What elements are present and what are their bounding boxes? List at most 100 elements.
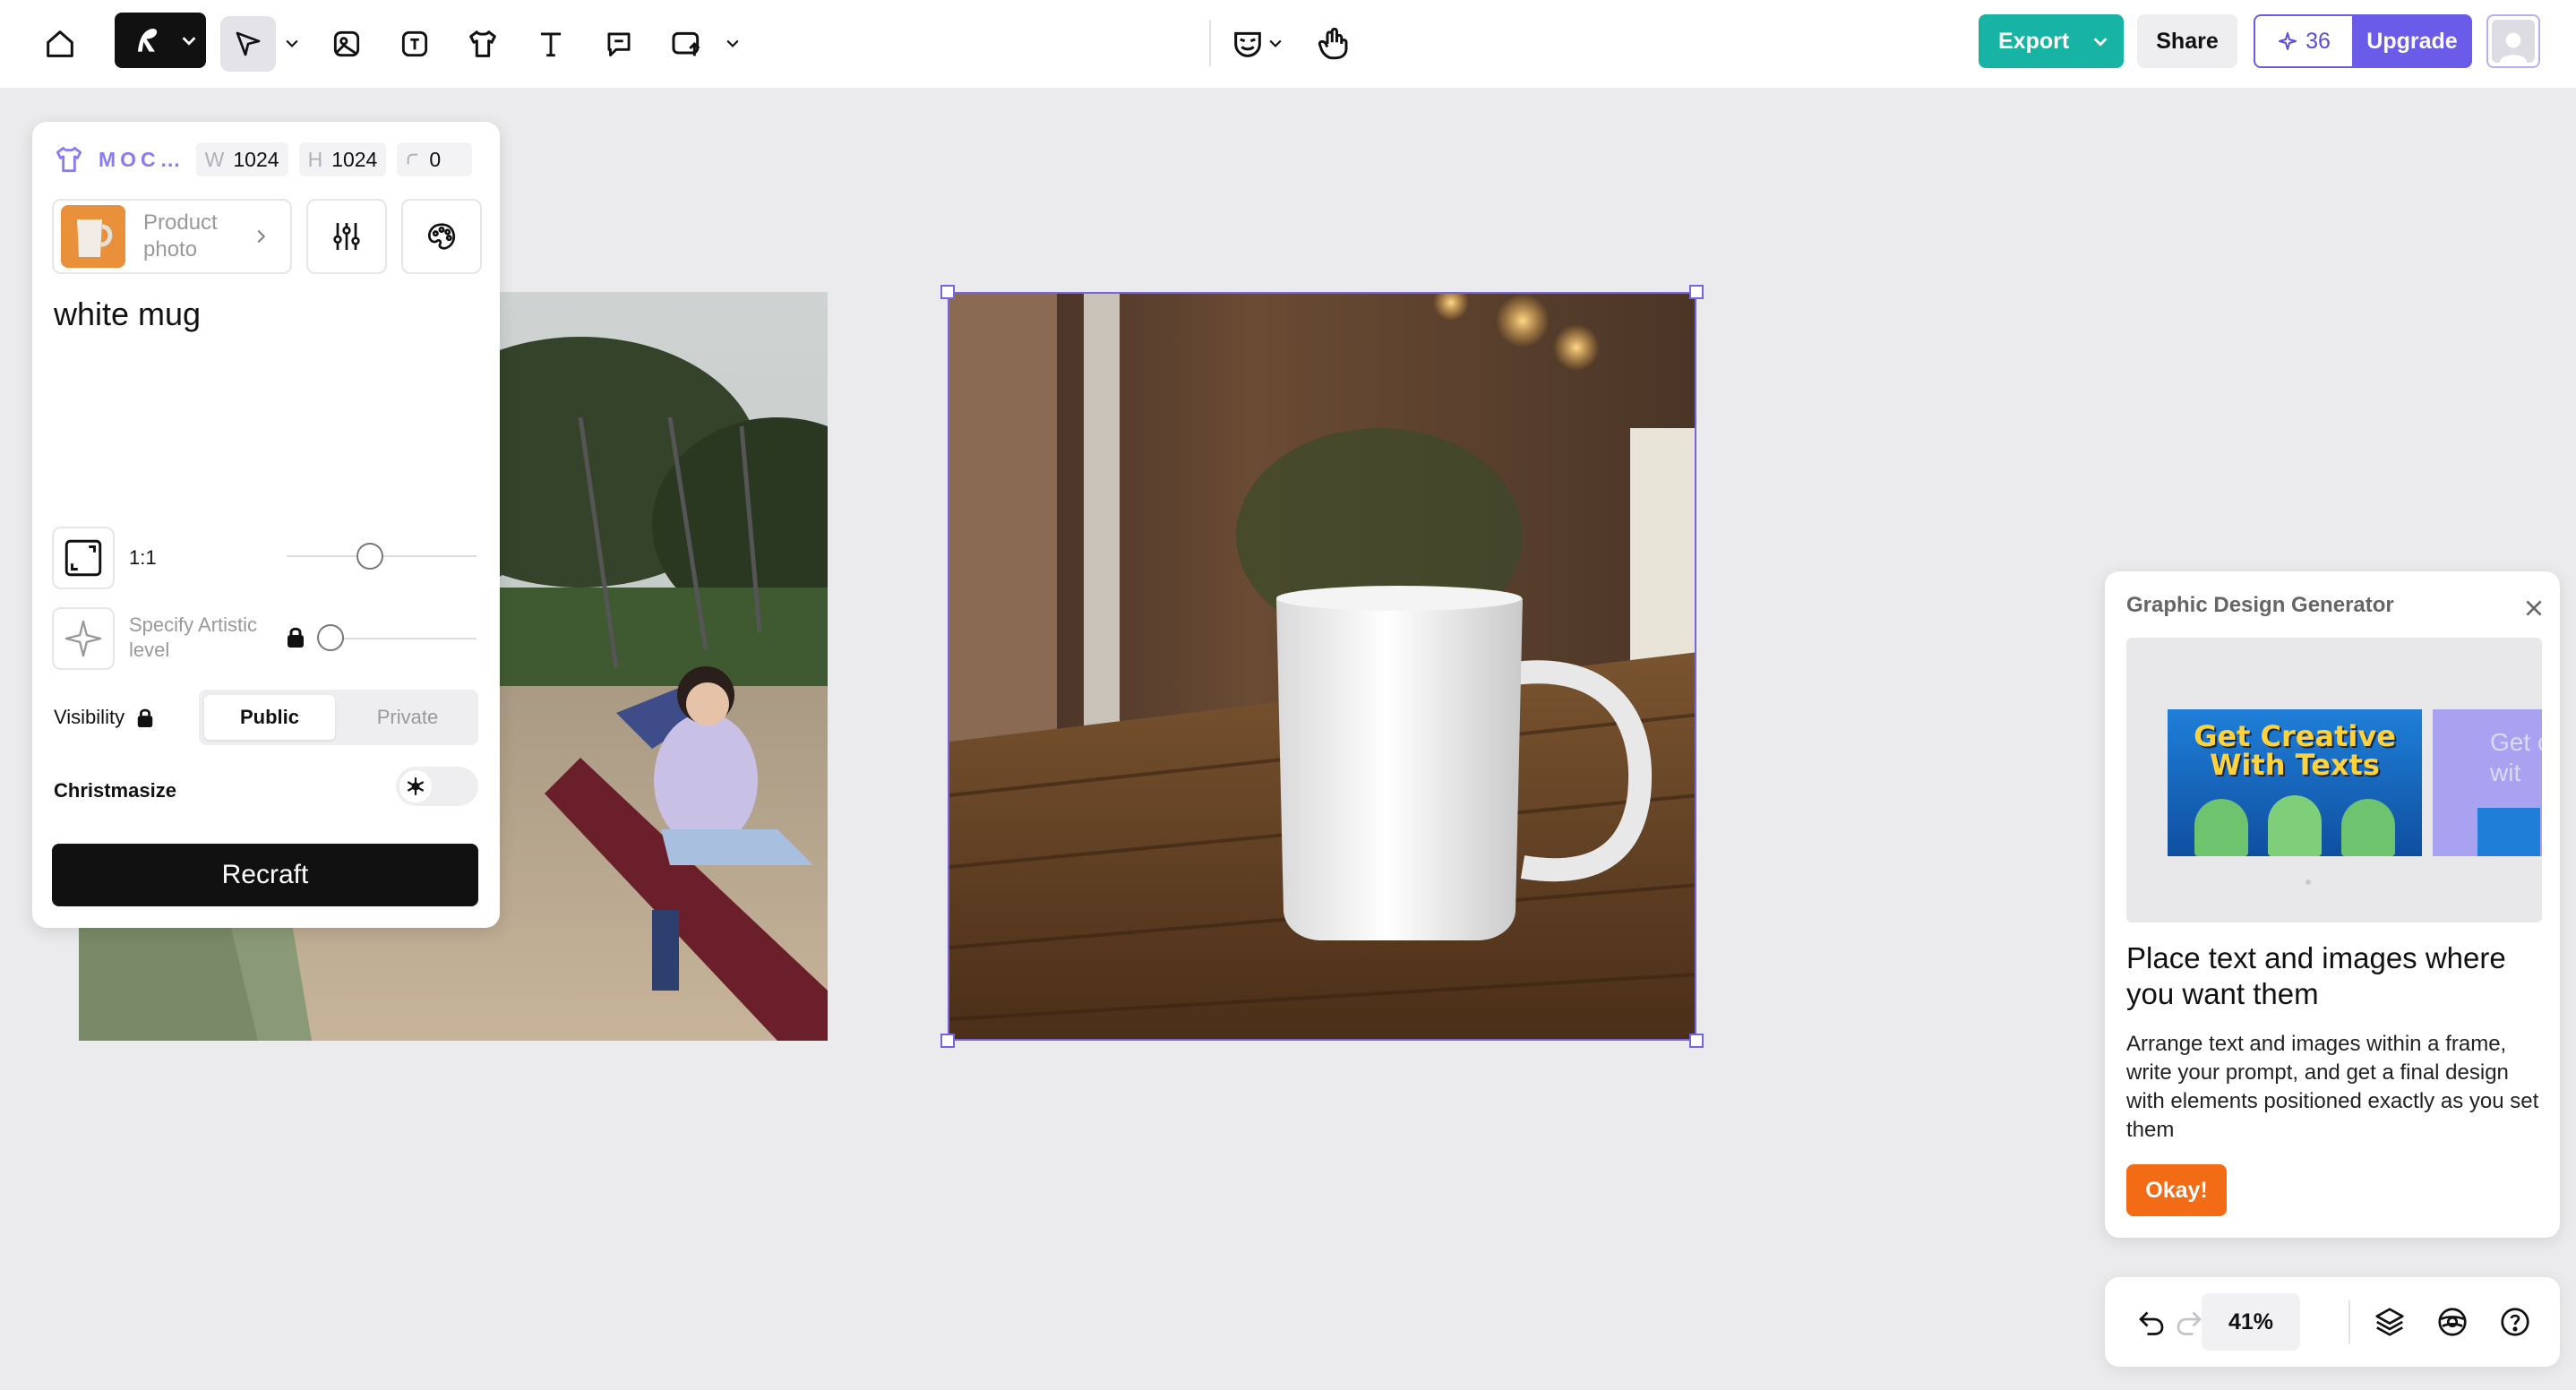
text-icon — [540, 32, 562, 57]
panel-header: MOC… W 1024 H 1024 0 — [52, 142, 473, 177]
height-key: H — [307, 147, 323, 171]
select-tool-dropdown[interactable] — [279, 30, 305, 56]
bottom-toolbar: 41% — [2105, 1277, 2560, 1367]
artistic-level-label: Specify Artistic level — [129, 613, 258, 661]
resize-handle-top-right[interactable] — [1689, 285, 1704, 299]
corner-radius-field[interactable]: 0 — [397, 142, 473, 176]
tip-body: Arrange text and images within a frame, … — [2126, 1032, 2539, 1142]
aspect-ratio-label: 1:1 — [129, 546, 157, 569]
hand-icon — [1318, 27, 1348, 60]
upload-tool-dropdown[interactable] — [720, 30, 745, 56]
artistic-level-slider-knob[interactable] — [317, 624, 344, 651]
user-icon — [2500, 32, 2527, 63]
comment-tool-button[interactable] — [591, 16, 647, 72]
okay-button[interactable]: Okay! — [2126, 1164, 2227, 1216]
christmasize-toggle[interactable] — [396, 767, 478, 806]
settings-button[interactable] — [306, 199, 387, 274]
palette-icon — [428, 223, 456, 250]
style-label: Product photo — [143, 210, 218, 262]
artistic-level-slider[interactable] — [331, 638, 477, 639]
style-selector[interactable]: Product photo — [52, 199, 292, 274]
resize-handle-bottom-left[interactable] — [940, 1034, 955, 1048]
okay-label: Okay! — [2145, 1177, 2208, 1203]
lock-icon — [137, 708, 153, 727]
aspect-ratio-slider-knob[interactable] — [356, 543, 383, 570]
credits-button[interactable]: 36 — [2254, 14, 2354, 68]
preview-slide-next: Get c wit — [2433, 709, 2542, 856]
height-field[interactable]: H 1024 — [298, 142, 387, 176]
color-palette-button[interactable] — [401, 199, 482, 274]
height-value: 1024 — [331, 147, 378, 171]
share-label: Share — [2156, 28, 2219, 54]
mug-photo — [949, 294, 1695, 1039]
top-toolbar: Export Share 36 Upgrade — [0, 0, 2576, 88]
toolbar-divider — [1209, 20, 1211, 66]
export-button[interactable]: Export — [1979, 14, 2124, 68]
home-icon — [47, 30, 73, 57]
tip-title: Graphic Design Generator — [2126, 593, 2394, 617]
artistic-level-button[interactable] — [52, 607, 115, 670]
chevron-down-icon — [286, 39, 298, 47]
visibility-row: Visibility — [54, 706, 155, 729]
feature-tip-card: Graphic Design Generator Get Creative Wi… — [2105, 571, 2560, 1238]
face-tool-dropdown[interactable] — [1263, 30, 1288, 56]
sliders-icon — [333, 223, 360, 250]
face-mask-icon — [1234, 31, 1261, 57]
tip-preview-image: Get Creative With Texts Get c wit — [2126, 638, 2542, 922]
user-avatar[interactable] — [2486, 14, 2540, 68]
community-button[interactable] — [2427, 1297, 2477, 1347]
chevron-down-icon — [2093, 38, 2108, 47]
image-tool-button[interactable] — [319, 16, 374, 72]
select-tool-button[interactable] — [220, 16, 276, 72]
chevron-down-icon — [182, 37, 196, 46]
text-to-image-tool-button[interactable] — [387, 16, 442, 72]
mockup-tool-button[interactable] — [455, 16, 511, 72]
community-icon — [2438, 1308, 2467, 1336]
recraft-label: Recraft — [221, 860, 309, 889]
canvas-image-white-mug[interactable] — [948, 292, 1696, 1041]
resize-handle-top-left[interactable] — [940, 285, 955, 299]
home-button[interactable] — [32, 16, 88, 72]
close-icon[interactable] — [2522, 596, 2546, 620]
width-key: W — [204, 147, 225, 171]
zoom-level[interactable]: 41% — [2202, 1293, 2300, 1351]
text-tool-button[interactable] — [523, 16, 579, 72]
mode-label[interactable]: MOC… — [99, 148, 185, 172]
preview-headline: Get Creative With Texts — [2194, 719, 2396, 782]
sparkle-icon — [64, 620, 102, 657]
lock-icon — [288, 627, 304, 648]
visibility-toggle: Public Private — [199, 690, 478, 745]
aspect-ratio-button[interactable] — [52, 527, 115, 589]
undo-icon — [2139, 1311, 2164, 1335]
width-field[interactable]: W 1024 — [195, 142, 288, 176]
visibility-private-option[interactable]: Private — [342, 695, 473, 740]
layers-icon — [2375, 1308, 2404, 1336]
upload-tool-button[interactable] — [659, 16, 715, 72]
tshirt-icon — [56, 146, 82, 173]
hand-tool-button[interactable] — [1306, 16, 1361, 72]
text-to-image-icon — [401, 30, 428, 57]
toolbar-divider — [2348, 1300, 2350, 1343]
visibility-public-option[interactable]: Public — [204, 695, 335, 740]
credits-count: 36 — [2306, 28, 2331, 54]
generation-panel: MOC… W 1024 H 1024 0 Product photo white… — [32, 122, 500, 928]
layers-button[interactable] — [2365, 1297, 2415, 1347]
help-button[interactable] — [2490, 1297, 2540, 1347]
prompt-input[interactable]: white mug — [54, 296, 201, 333]
chevron-right-icon — [257, 229, 266, 244]
corner-radius-icon — [408, 153, 418, 165]
width-value: 1024 — [233, 147, 279, 171]
resize-handle-bottom-right[interactable] — [1689, 1034, 1704, 1048]
corner-radius-value: 0 — [429, 147, 442, 171]
zoom-value: 41% — [2228, 1308, 2274, 1334]
recraft-logo — [137, 29, 158, 52]
recraft-button[interactable]: Recraft — [52, 844, 478, 906]
help-icon — [2501, 1308, 2529, 1336]
tshirt-icon — [469, 30, 496, 57]
image-icon — [333, 30, 360, 57]
upgrade-label: Upgrade — [2366, 28, 2458, 54]
recraft-logo-menu[interactable] — [115, 13, 206, 68]
carousel-dot[interactable] — [2306, 879, 2311, 885]
share-button[interactable]: Share — [2137, 14, 2237, 68]
upgrade-button[interactable]: Upgrade — [2352, 14, 2472, 68]
